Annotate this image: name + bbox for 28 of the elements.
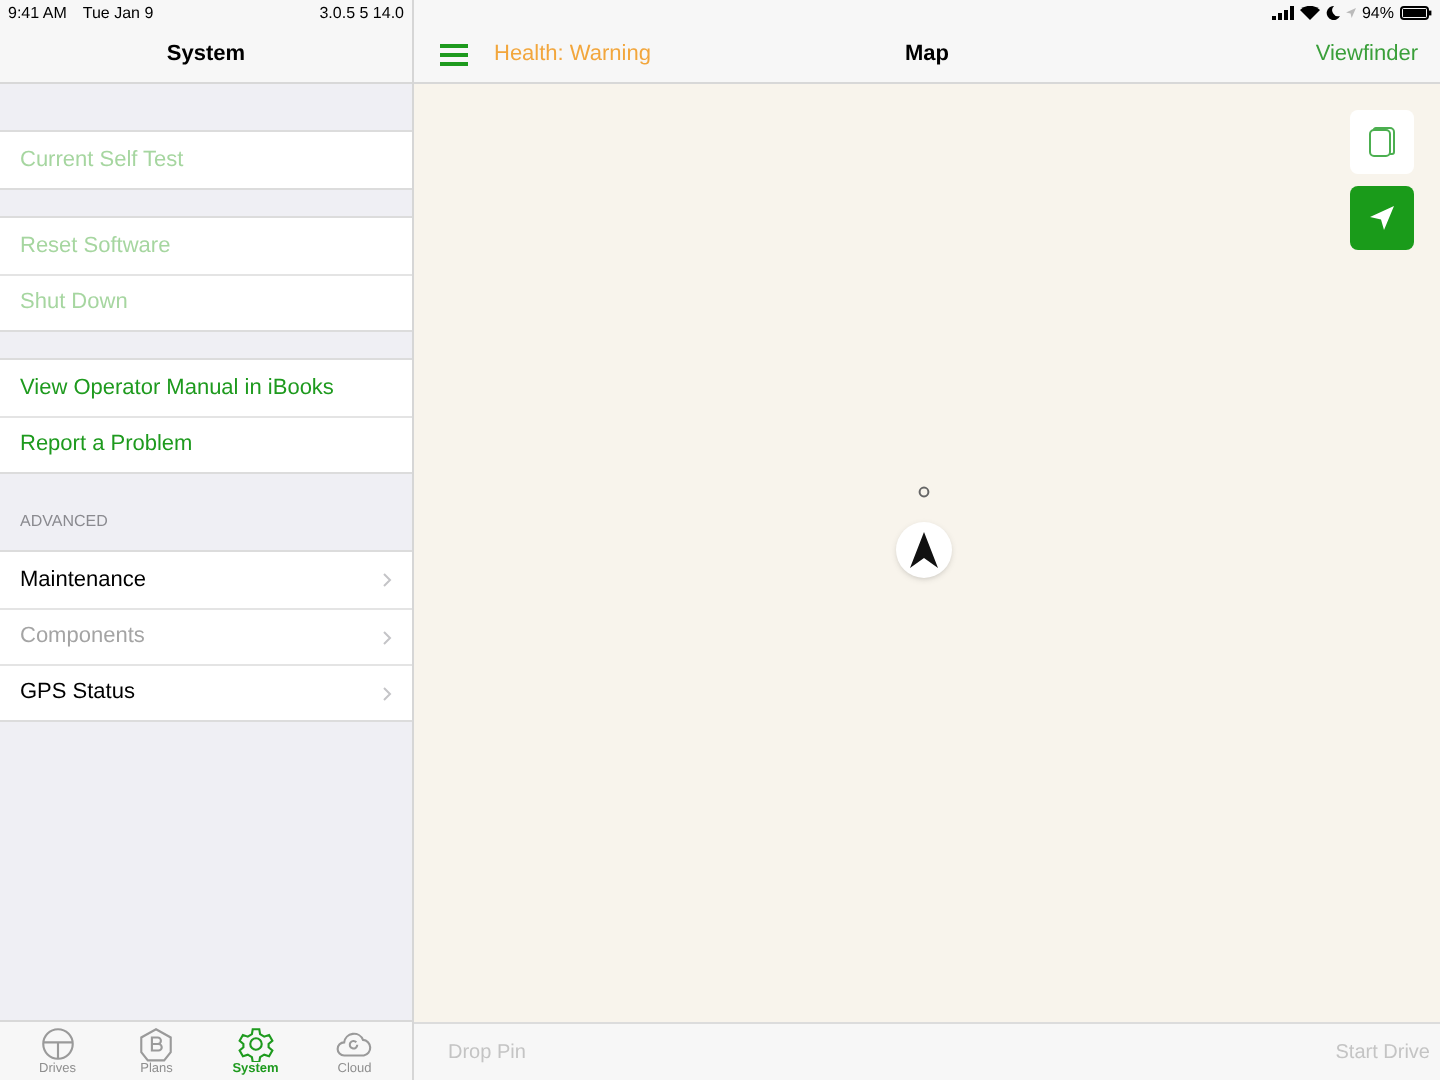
health-status: Health: Warning [494, 39, 651, 70]
version-text: 3.0.5 5 14.0 [319, 1, 404, 25]
battery-percent: 94% [1361, 1, 1394, 25]
layers-button[interactable] [1350, 110, 1414, 174]
sidebar-title: System [166, 39, 246, 70]
settings-icon [235, 1025, 276, 1061]
status-date: Tue Jan 9 [82, 1, 154, 25]
viewfinder-button[interactable]: Viewfinder [1315, 37, 1418, 71]
wifi-icon [1299, 6, 1320, 20]
locate-button[interactable] [1350, 186, 1414, 250]
status-time: 9:41 AM [8, 1, 67, 25]
navigation-arrow-icon [1368, 204, 1396, 232]
menu-icon[interactable] [440, 43, 468, 65]
map-title: Map [905, 39, 949, 70]
signal-icon [1271, 6, 1294, 20]
sidebar-item[interactable]: Report a Problem [0, 416, 412, 472]
heading-arrow-icon [910, 532, 938, 568]
map-marker-dot [918, 486, 930, 498]
steering-wheel-icon [37, 1025, 78, 1061]
pages-icon [1368, 126, 1396, 158]
sidebar-item[interactable]: Maintenance [0, 552, 412, 608]
pentagon-letter-icon [136, 1025, 177, 1061]
sidebar-item[interactable]: View Operator Manual in iBooks [0, 360, 412, 416]
moon-icon [1325, 6, 1340, 20]
section-header: ADVANCED [20, 512, 108, 530]
battery-icon [1400, 6, 1432, 20]
sidebar-item[interactable]: GPS Status [0, 664, 412, 720]
location-arrow-icon [1345, 8, 1356, 18]
